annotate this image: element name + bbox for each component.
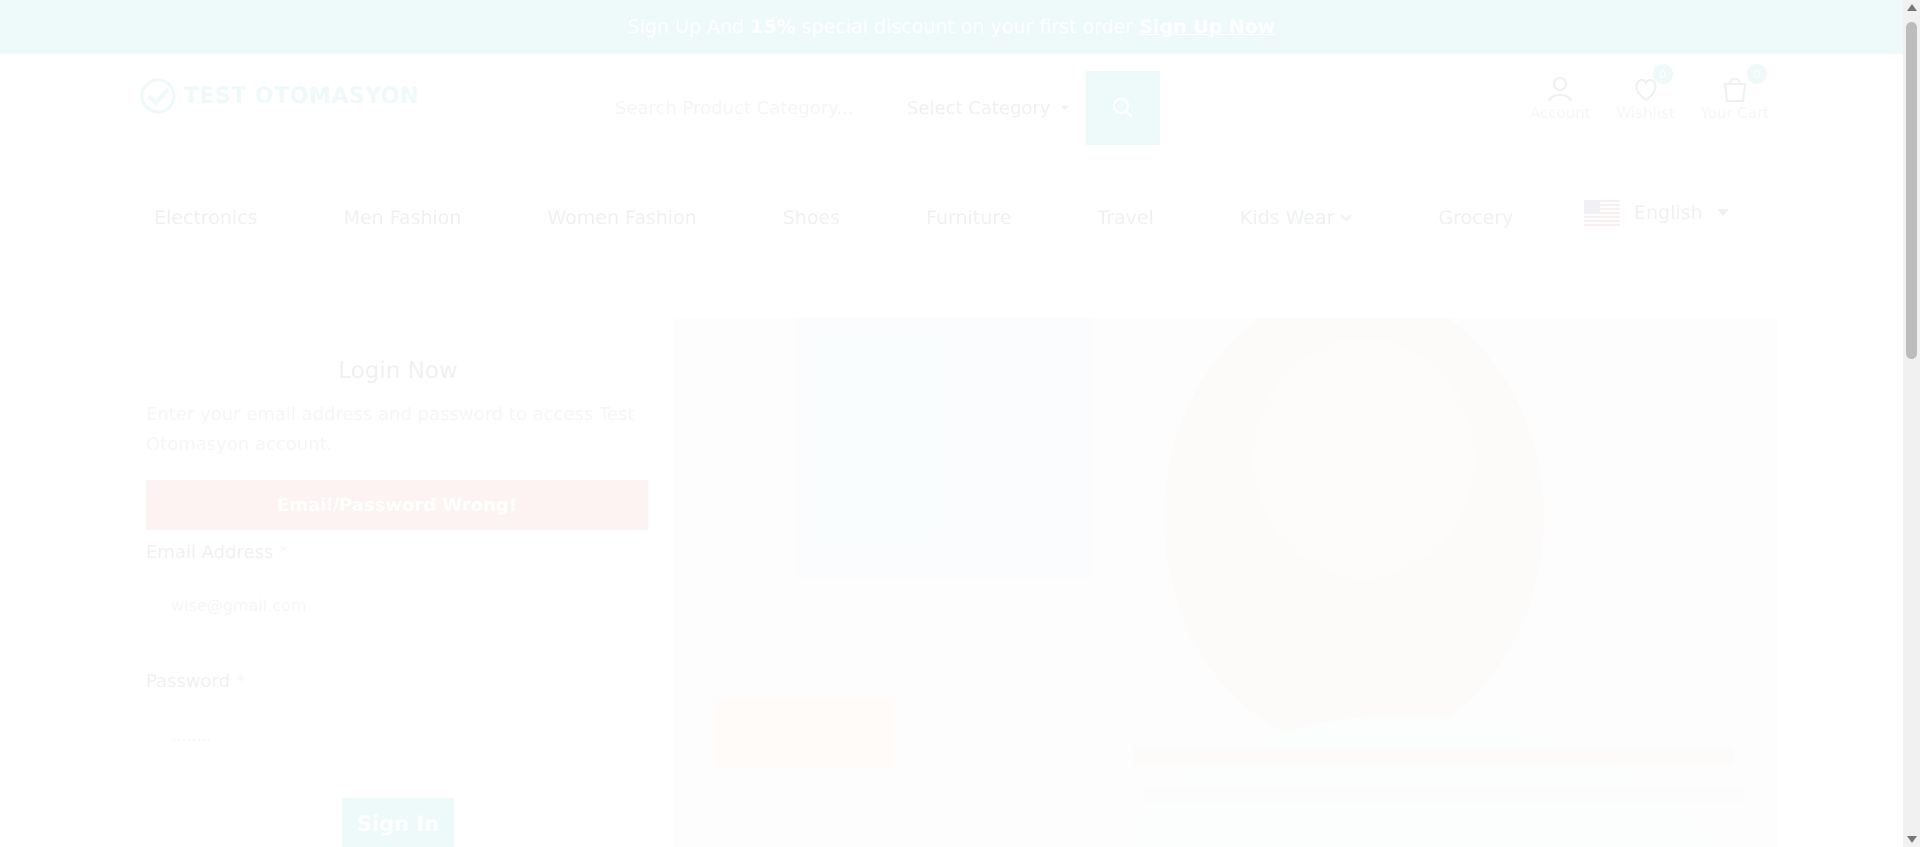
- cart-count-badge: 0: [1747, 64, 1768, 84]
- nav-item-travel[interactable]: Travel: [1097, 207, 1153, 229]
- caret-down-icon: [1716, 209, 1729, 216]
- promo-text-post: special discount on your first order: [801, 16, 1134, 38]
- password-field-value: ........: [171, 725, 212, 745]
- wishlist-link[interactable]: 0 Wishlist: [1616, 64, 1675, 122]
- wishlist-label: Wishlist: [1616, 104, 1675, 122]
- promo-banner: Sign Up And 15% special discount on your…: [0, 0, 1903, 54]
- category-select-label: Select Category: [907, 97, 1051, 119]
- logo-cart-icon: [140, 78, 176, 114]
- category-nav: Electronics Men Fashion Women Fashion Sh…: [140, 188, 1760, 248]
- nav-item-men-fashion[interactable]: Men Fashion: [344, 207, 462, 229]
- us-flag-icon: [1584, 200, 1620, 226]
- login-description: Enter your email address and password to…: [146, 404, 635, 455]
- password-label: Password *: [146, 671, 245, 692]
- scroll-down-arrow-icon[interactable]: [1907, 836, 1917, 843]
- nav-item-kids-wear[interactable]: Kids Wear: [1240, 207, 1353, 229]
- chevron-down-icon: [1061, 106, 1069, 110]
- email-label-text: Email Address: [146, 542, 274, 563]
- nav-item-kids-wear-label: Kids Wear: [1239, 207, 1335, 229]
- scrollbar-thumb[interactable]: [1906, 22, 1917, 359]
- user-icon: [1548, 77, 1573, 102]
- chevron-down-icon: [1340, 214, 1353, 222]
- hero-photo-illustration: [674, 318, 1778, 847]
- nav-item-electronics[interactable]: Electronics: [154, 207, 258, 229]
- email-label: Email Address *: [146, 542, 288, 563]
- vertical-scrollbar[interactable]: [1903, 0, 1920, 847]
- nav-item-women-fashion[interactable]: Women Fashion: [547, 207, 696, 229]
- sign-in-button[interactable]: Sign In: [342, 798, 454, 847]
- search-icon: [1112, 97, 1133, 118]
- nav-item-furniture[interactable]: Furniture: [926, 207, 1011, 229]
- wishlist-count-badge: 0: [1652, 64, 1673, 84]
- password-field[interactable]: ........: [146, 706, 648, 764]
- category-select[interactable]: Select Category: [886, 74, 1086, 142]
- logo[interactable]: TEST OTOMASYON: [140, 78, 419, 114]
- header-icons: Account 0 Wishlist 0 Your Cart: [1530, 64, 1770, 122]
- search-button[interactable]: [1086, 71, 1160, 145]
- nav-item-grocery[interactable]: Grocery: [1438, 207, 1513, 229]
- language-select[interactable]: English: [1584, 200, 1729, 226]
- account-label: Account: [1530, 104, 1591, 122]
- account-link[interactable]: Account: [1530, 74, 1591, 122]
- signup-now-link[interactable]: Sign Up Now: [1139, 16, 1275, 38]
- site-header: TEST OTOMASYON Select Category: [0, 54, 1903, 259]
- promo-text-pre: Sign Up And: [627, 16, 745, 38]
- required-marker: *: [279, 542, 289, 563]
- login-error-alert: Email/Password Wrong!: [146, 480, 648, 530]
- page: Sign Up And 15% special discount on your…: [0, 0, 1903, 847]
- nav-item-shoes[interactable]: Shoes: [783, 207, 840, 229]
- cart-link[interactable]: 0 Your Cart: [1700, 64, 1770, 122]
- scroll-up-arrow-icon[interactable]: [1907, 4, 1917, 11]
- required-marker: *: [235, 671, 245, 692]
- search-input[interactable]: [598, 74, 886, 142]
- promo-highlight: 15%: [750, 16, 796, 38]
- password-label-text: Password: [146, 671, 231, 692]
- hero-image: [674, 318, 1778, 847]
- login-panel: Login Now Enter your email address and p…: [122, 318, 674, 847]
- login-title: Login Now: [338, 358, 458, 384]
- language-label: English: [1634, 202, 1703, 224]
- shopping-bag-icon: [1723, 77, 1746, 102]
- cart-label: Your Cart: [1700, 104, 1770, 122]
- search-bar: Select Category: [598, 71, 1176, 145]
- email-field-value: wise@gmail.com: [171, 595, 307, 615]
- email-field[interactable]: wise@gmail.com: [146, 576, 648, 634]
- logo-text: TEST OTOMASYON: [184, 83, 419, 109]
